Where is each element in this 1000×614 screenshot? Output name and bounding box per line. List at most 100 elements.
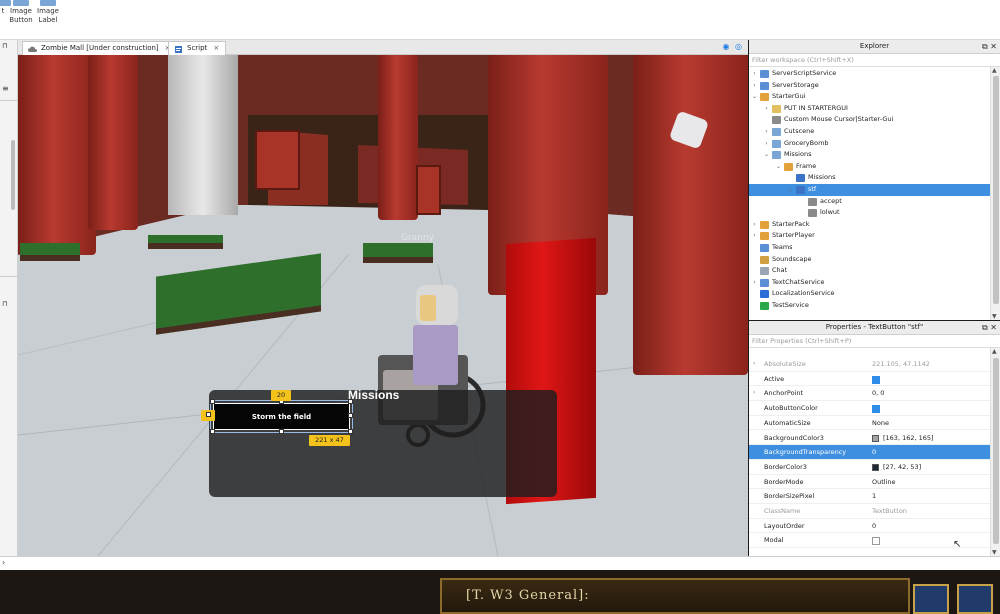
property-value[interactable]: TextButton (872, 504, 907, 519)
tab-script[interactable]: Script × (168, 41, 227, 55)
explorer-item[interactable]: LocalizationService (749, 288, 990, 300)
resize-handle[interactable] (210, 429, 215, 434)
left-pane-scrollbar[interactable] (11, 140, 15, 210)
explorer-item[interactable]: › TextChatService (749, 277, 990, 289)
explorer-item[interactable]: ⌄ Missions (749, 149, 990, 161)
explorer-item[interactable]: Chat (749, 265, 990, 277)
chevron-right-icon[interactable]: › (751, 230, 758, 242)
settings-sliders-icon[interactable]: ≡ (2, 84, 9, 93)
property-checkbox[interactable] (872, 375, 880, 384)
property-row[interactable]: BackgroundTransparency 0 (749, 445, 990, 460)
explorer-item[interactable]: ⌄ StarterGui (749, 91, 990, 103)
explorer-item[interactable]: ⌄ stf (749, 184, 990, 196)
explorer-item[interactable]: Soundscape (749, 254, 990, 266)
chevron-right-icon[interactable]: › (751, 68, 758, 80)
explorer-item[interactable]: lolwut (749, 207, 990, 219)
explorer-item[interactable]: accept (749, 196, 990, 208)
property-row[interactable]: BorderColor3 [27, 42, 53] (749, 460, 990, 475)
property-value[interactable]: 221.105, 47.1142 (872, 357, 930, 372)
property-checkbox[interactable] (872, 537, 880, 546)
property-row[interactable]: LayoutOrder 0 (749, 519, 990, 534)
explorer-item[interactable]: › StarterPlayer (749, 230, 990, 242)
scroll-down-icon[interactable]: ▼ (992, 549, 997, 556)
resize-handle[interactable] (279, 429, 284, 434)
property-value[interactable]: Outline (872, 475, 896, 490)
property-row[interactable]: ClassName TextButton (749, 504, 990, 519)
image-label-tool[interactable]: Image Label (33, 0, 63, 25)
explorer-item[interactable]: › PUT IN STARTERGUI (749, 103, 990, 115)
chevron-down-icon[interactable]: ⌄ (787, 184, 794, 196)
chevron-right-icon[interactable]: › (763, 103, 770, 115)
chevron-down-icon[interactable]: ⌄ (751, 91, 758, 103)
property-row[interactable]: AutomaticSize None (749, 416, 990, 431)
chevron-right-icon[interactable]: › (751, 277, 758, 289)
explorer-item[interactable]: › Cutscene (749, 126, 990, 138)
image-button-tool[interactable]: Image Button (6, 0, 36, 25)
property-checkbox[interactable] (872, 405, 880, 414)
resize-handle[interactable] (348, 399, 353, 404)
resize-handle[interactable] (348, 413, 353, 418)
storm-the-field-button[interactable]: Storm the field (213, 403, 350, 430)
color-swatch[interactable] (872, 434, 879, 442)
resize-handle[interactable] (348, 429, 353, 434)
chevron-down-icon[interactable]: ⌄ (763, 149, 770, 161)
property-row[interactable]: BackgroundColor3 [163, 162, 165] (749, 431, 990, 446)
viewport-view-toggles[interactable]: ◉ ◎ (722, 42, 742, 51)
explorer-item[interactable]: Custom Mouse Cursor|Starter-Gui (749, 114, 990, 126)
chevron-right-icon[interactable]: › (751, 219, 758, 231)
eye-icon[interactable]: ◎ (735, 42, 742, 51)
explorer-item[interactable]: ⌄ Frame (749, 161, 990, 173)
scroll-down-icon[interactable]: ▼ (992, 313, 997, 320)
pin-icon[interactable]: ⊓ (2, 42, 7, 50)
property-row[interactable]: AutoButtonColor (749, 401, 990, 416)
property-value[interactable]: 0, 0 (872, 386, 884, 401)
chevron-right-icon[interactable]: › (763, 138, 770, 150)
property-row[interactable]: BorderMode Outline (749, 475, 990, 490)
explorer-item[interactable]: Teams (749, 242, 990, 254)
property-row[interactable]: › AnchorPoint 0, 0 (749, 386, 990, 402)
chevron-right-icon[interactable]: › (763, 126, 770, 138)
explorer-item[interactable]: TestService (749, 300, 990, 312)
explorer-item[interactable]: › StarterPack (749, 219, 990, 231)
property-value[interactable]: None (872, 416, 889, 431)
float-panel-icon[interactable]: ⧉ (982, 323, 988, 332)
broadcast-icon[interactable]: ◉ (722, 42, 729, 51)
property-row[interactable]: Active (749, 372, 990, 387)
command-bar[interactable]: › (0, 556, 1000, 570)
anchor-badge[interactable] (201, 410, 215, 421)
property-value[interactable]: 0 (872, 445, 876, 460)
close-panel-icon[interactable]: ✕ (990, 323, 997, 332)
explorer-filter-input[interactable]: Filter workspace (Ctrl+Shift+X) (749, 54, 1000, 67)
pin-icon[interactable]: ⊓ (2, 300, 7, 308)
chevron-right-icon[interactable]: › (753, 357, 755, 372)
property-value[interactable]: 1 (872, 489, 876, 504)
chevron-right-icon[interactable]: › (753, 386, 755, 401)
close-tab-icon[interactable]: × (213, 44, 219, 52)
property-row[interactable]: › AbsoluteSize 221.105, 47.1142 (749, 357, 990, 372)
explorer-item[interactable]: › ServerScriptService (749, 68, 990, 80)
explorer-item[interactable]: › GroceryBomb (749, 138, 990, 150)
color-swatch[interactable] (872, 463, 879, 471)
explorer-item[interactable]: Missions (749, 172, 990, 184)
properties-scrollbar[interactable]: ▲ ▼ (990, 348, 1000, 556)
explorer-scrollbar[interactable]: ▲ ▼ (990, 67, 1000, 320)
panel-controls[interactable]: ⧉ ✕ (982, 40, 997, 53)
resize-handle[interactable] (210, 399, 215, 404)
chevron-right-icon[interactable]: › (751, 80, 758, 92)
scroll-up-icon[interactable]: ▲ (992, 67, 997, 74)
properties-filter-input[interactable]: Filter Properties (Ctrl+Shift+P) (749, 335, 1000, 348)
property-value[interactable]: [163, 162, 165] (883, 431, 934, 446)
scroll-up-icon[interactable]: ▲ (992, 348, 997, 355)
game-viewport[interactable]: Granny Missions Storm the field 20 221 x… (18, 55, 748, 556)
close-panel-icon[interactable]: ✕ (990, 42, 997, 51)
explorer-item[interactable]: › ServerStorage (749, 80, 990, 92)
property-row[interactable]: BorderSizePixel 1 (749, 489, 990, 504)
chevron-down-icon[interactable]: ⌄ (775, 161, 782, 173)
scrollbar-thumb[interactable] (993, 76, 999, 304)
property-value[interactable]: [27, 42, 53] (883, 460, 921, 475)
float-panel-icon[interactable]: ⧉ (982, 42, 988, 51)
panel-controls[interactable]: ⧉ ✕ (982, 321, 997, 334)
property-value[interactable]: 0 (872, 519, 876, 534)
scrollbar-thumb[interactable] (993, 358, 999, 544)
tab-zombie-mall[interactable]: Zombie Mall [Under construction]× (22, 41, 178, 55)
